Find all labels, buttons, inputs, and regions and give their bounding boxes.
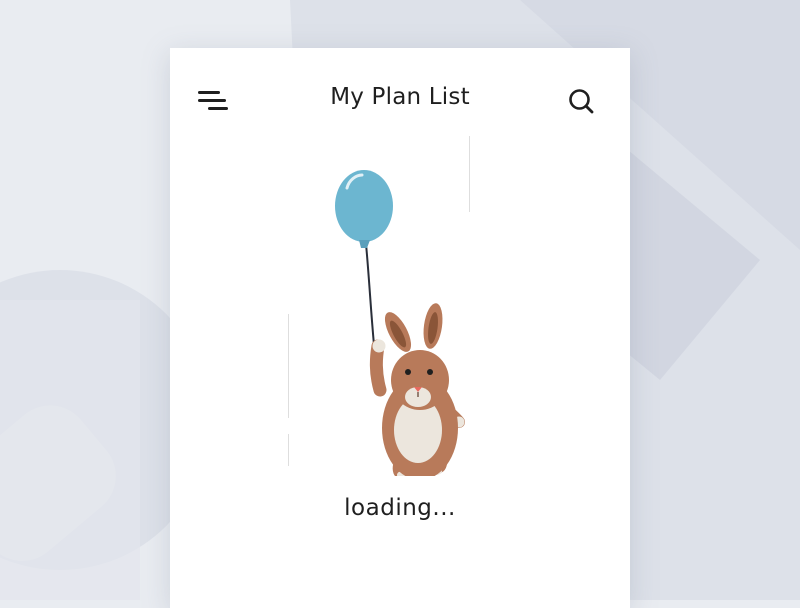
motion-line — [288, 434, 289, 466]
search-icon — [569, 89, 594, 114]
search-button[interactable] — [566, 86, 596, 116]
balloon — [335, 170, 393, 242]
motion-line — [288, 314, 289, 418]
app-header: My Plan List — [170, 48, 630, 152]
page-title: My Plan List — [330, 84, 470, 110]
bunny-balloon-illustration — [335, 170, 465, 476]
app-screen: My Plan List loading... — [170, 48, 630, 608]
loading-text: loading... — [344, 495, 456, 521]
